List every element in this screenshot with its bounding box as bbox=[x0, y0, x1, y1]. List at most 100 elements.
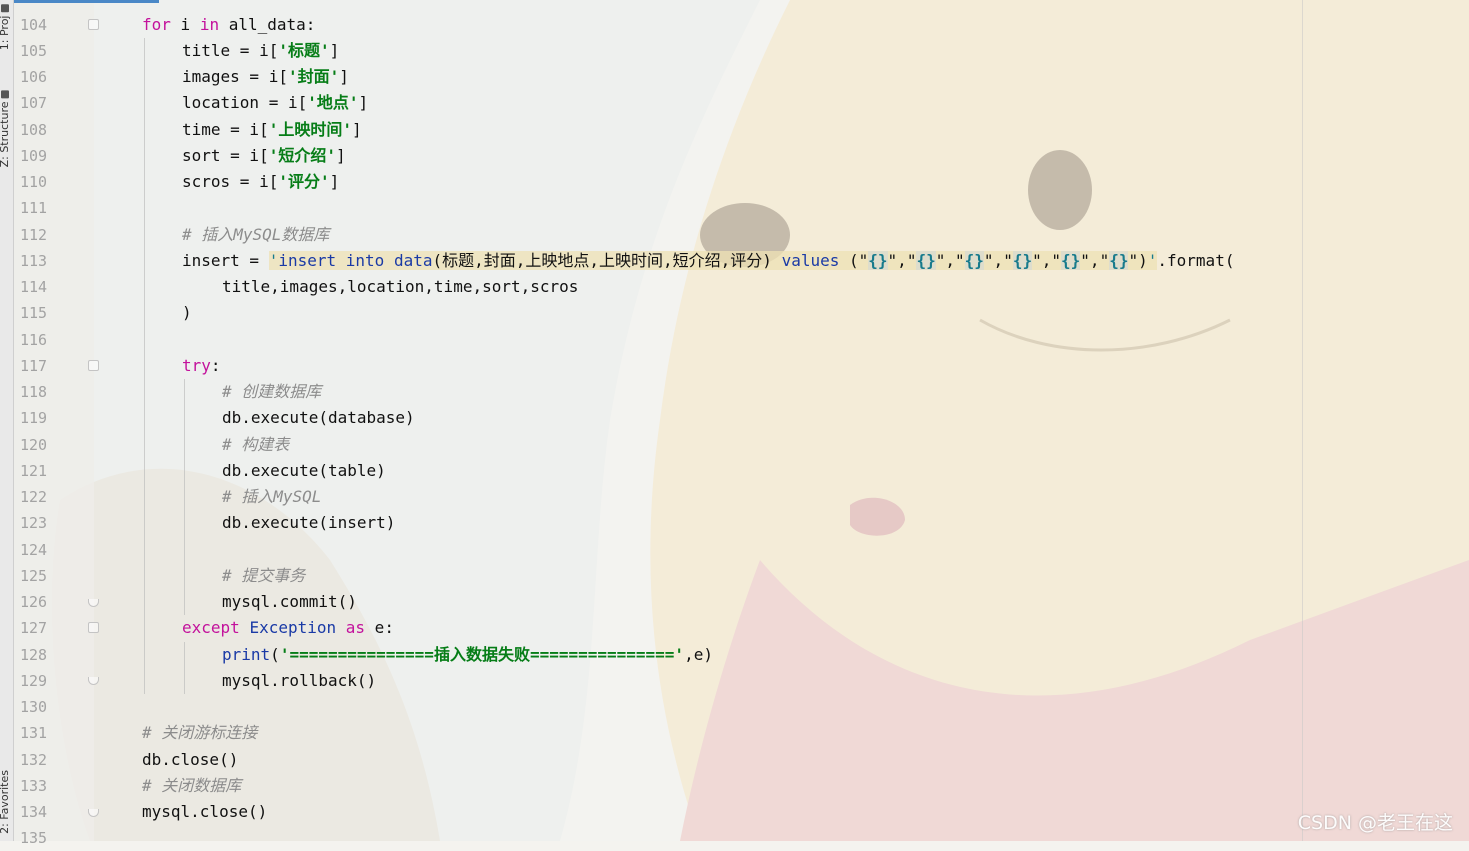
line-number: 122 bbox=[20, 488, 48, 506]
sql-quote: " bbox=[906, 251, 917, 270]
code-line: except Exception as e: bbox=[182, 618, 394, 637]
fold-marker-icon[interactable] bbox=[88, 360, 99, 371]
format-placeholder: {} bbox=[868, 251, 888, 270]
line-number: 118 bbox=[20, 383, 48, 401]
code-line: images = i['封面'] bbox=[182, 67, 349, 86]
code-line: scros = i['评分'] bbox=[182, 172, 340, 191]
line-number: 110 bbox=[20, 173, 48, 191]
code-line: for i in all_data: bbox=[142, 15, 316, 34]
tool-window-strip: 1: Proj Z: Structure 2: Favorites bbox=[0, 0, 14, 841]
string-literal: '上映时间' bbox=[268, 120, 352, 139]
line-number: 104 bbox=[20, 16, 48, 34]
code-line: db.execute(database) bbox=[222, 408, 415, 427]
line-number: 121 bbox=[20, 462, 48, 480]
structure-icon bbox=[1, 90, 9, 98]
builtin-exception: Exception bbox=[249, 618, 337, 637]
csdn-watermark: CSDN @老王在这 bbox=[1297, 812, 1453, 834]
sql-comma: , bbox=[993, 251, 1004, 270]
line-number: 133 bbox=[20, 777, 48, 795]
keyword-for: for bbox=[142, 15, 171, 34]
folder-icon bbox=[1, 4, 9, 12]
structure-tool-tab[interactable]: Z: Structure bbox=[0, 86, 14, 167]
sql-quote: " bbox=[955, 251, 965, 270]
format-placeholder: {} bbox=[916, 251, 936, 270]
line-number: 128 bbox=[20, 646, 48, 664]
sql-quote: " bbox=[1003, 251, 1013, 270]
line-number: 125 bbox=[20, 567, 48, 585]
string-literal: '短介绍' bbox=[268, 146, 336, 165]
format-placeholder: {} bbox=[964, 251, 984, 270]
fold-marker-icon[interactable] bbox=[88, 622, 99, 633]
sql-quote: " bbox=[858, 251, 869, 270]
sql-table-name: data bbox=[393, 251, 433, 270]
code-line: db.execute(table) bbox=[222, 461, 386, 480]
code-comment: # 提交事务 bbox=[222, 566, 306, 585]
line-number: 124 bbox=[20, 541, 48, 559]
format-placeholder: {} bbox=[1012, 251, 1033, 270]
string-quote: ' bbox=[1147, 251, 1158, 270]
sql-comma: , bbox=[1089, 251, 1100, 270]
format-placeholder: {} bbox=[1109, 251, 1129, 270]
project-tool-tab[interactable]: 1: Proj bbox=[0, 0, 14, 50]
line-number: 105 bbox=[20, 42, 48, 60]
code-line: db.close() bbox=[142, 750, 239, 769]
line-number: 114 bbox=[20, 278, 48, 296]
keyword-in: in bbox=[199, 15, 220, 34]
code-line: insert = 'insert into data(标题,封面,上映地点,上映… bbox=[182, 251, 1235, 270]
code-line: mysql.commit() bbox=[222, 592, 357, 611]
line-number: 130 bbox=[20, 698, 48, 716]
fold-marker-icon[interactable] bbox=[88, 19, 99, 30]
line-number: 126 bbox=[20, 593, 48, 611]
line-number-gutter[interactable]: 104 105 106 107 108 109 110 111 112 113 … bbox=[14, 0, 99, 847]
sql-quote: " bbox=[1099, 251, 1110, 270]
line-number: 112 bbox=[20, 226, 48, 244]
line-number: 131 bbox=[20, 724, 48, 742]
line-number: 113 bbox=[20, 252, 48, 270]
sql-quote: " bbox=[983, 251, 994, 270]
code-comment: # 构建表 bbox=[222, 435, 290, 454]
code-line: mysql.rollback() bbox=[222, 671, 377, 690]
string-quote: ' bbox=[268, 251, 279, 270]
keyword-except: except bbox=[182, 618, 240, 637]
favorites-tool-tab-label: 2: Favorites bbox=[0, 770, 11, 834]
string-literal: '封面' bbox=[287, 67, 340, 86]
code-comment: # 插入MySQL数据库 bbox=[182, 225, 330, 244]
string-literal: '===============插入数据失败===============' bbox=[279, 645, 685, 664]
line-number: 109 bbox=[20, 147, 48, 165]
sql-string-highlight: 'insert into data(标题,封面,上映地点,上映时间,短介绍,评分… bbox=[268, 251, 1158, 270]
line-number: 115 bbox=[20, 304, 48, 322]
code-line: db.execute(insert) bbox=[222, 513, 396, 532]
code-comment: # 插入MySQL bbox=[222, 487, 322, 506]
line-number: 135 bbox=[20, 829, 48, 847]
line-number: 106 bbox=[20, 68, 48, 86]
line-number: 129 bbox=[20, 672, 48, 690]
code-line: ) bbox=[182, 303, 192, 322]
sql-keyword: values bbox=[781, 251, 840, 270]
string-literal: '评分' bbox=[278, 172, 330, 191]
code-comment: # 关闭游标连接 bbox=[142, 723, 258, 742]
sql-quote: " bbox=[1032, 251, 1042, 270]
sql-quote: " bbox=[1128, 251, 1139, 270]
keyword-as: as bbox=[345, 618, 366, 637]
sql-quote: " bbox=[935, 251, 946, 270]
structure-tool-tab-label: Z: Structure bbox=[0, 101, 11, 168]
sql-comma: , bbox=[897, 251, 907, 270]
project-tool-tab-label: 1: Proj bbox=[0, 15, 11, 51]
sql-quote: " bbox=[887, 251, 898, 270]
code-line: time = i['上映时间'] bbox=[182, 120, 362, 139]
string-literal: '标题' bbox=[278, 41, 330, 60]
code-line: print('===============插入数据失败============… bbox=[222, 645, 713, 664]
code-line: title = i['标题'] bbox=[182, 41, 340, 60]
string-literal: '地点' bbox=[307, 93, 359, 112]
code-line: try: bbox=[182, 356, 221, 375]
sql-keyword: insert into bbox=[278, 251, 385, 270]
line-number: 116 bbox=[20, 331, 48, 349]
indent-guide bbox=[184, 379, 185, 615]
format-placeholder: {} bbox=[1061, 251, 1081, 270]
keyword-try: try bbox=[182, 356, 211, 375]
indent-guide bbox=[184, 642, 185, 694]
indent-guide bbox=[144, 38, 145, 694]
code-line: sort = i['短介绍'] bbox=[182, 146, 346, 165]
favorites-tool-tab[interactable]: 2: Favorites bbox=[0, 770, 14, 834]
line-number: 108 bbox=[20, 121, 48, 139]
